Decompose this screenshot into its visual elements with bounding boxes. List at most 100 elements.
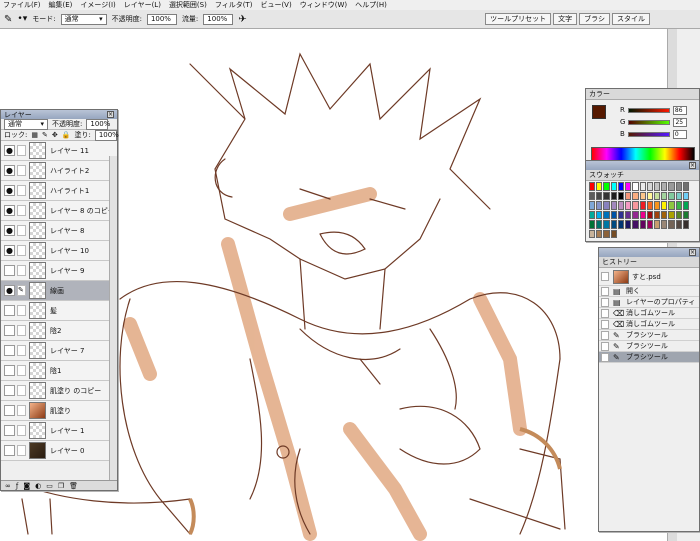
- history-state[interactable]: ⌫ 消しゴムツール: [599, 308, 699, 319]
- swatch[interactable]: [646, 210, 653, 219]
- history-state[interactable]: ▤ レイヤーのプロパティ: [599, 297, 699, 308]
- blue-slider[interactable]: [627, 131, 670, 137]
- mode-select[interactable]: 通常 ▾: [60, 13, 107, 25]
- swatch[interactable]: [668, 182, 675, 191]
- menu-item[interactable]: レイヤー(L): [124, 0, 161, 10]
- history-titlebar[interactable]: ×: [599, 248, 699, 257]
- lock-position-icon[interactable]: ✥: [52, 131, 58, 139]
- lock-image-icon[interactable]: ✎: [42, 131, 48, 139]
- visibility-eye-icon[interactable]: [4, 385, 15, 396]
- history-source-box[interactable]: [601, 341, 609, 351]
- history-tab[interactable]: ヒストリー: [599, 257, 699, 268]
- swatch[interactable]: [610, 229, 617, 238]
- swatch[interactable]: [682, 201, 689, 210]
- swatch[interactable]: [603, 229, 610, 238]
- swatch[interactable]: [682, 210, 689, 219]
- layer-row[interactable]: レイヤー 1: [1, 421, 117, 441]
- layer-link-box[interactable]: [17, 305, 26, 316]
- layer-row[interactable]: 陰1: [1, 361, 117, 381]
- history-source-box[interactable]: [601, 330, 609, 340]
- swatch[interactable]: [617, 201, 625, 210]
- swatch[interactable]: [653, 210, 661, 219]
- layer-row[interactable]: 肌塗り のコピー⊓: [1, 381, 117, 401]
- visibility-eye-icon[interactable]: [4, 265, 15, 276]
- new-layer-icon[interactable]: ❐: [58, 482, 64, 490]
- swatch[interactable]: [675, 210, 682, 219]
- layer-row[interactable]: ● レイヤー 8 のコピー: [1, 201, 117, 221]
- swatch[interactable]: [632, 220, 639, 229]
- palette-well-tab[interactable]: スタイル: [612, 13, 650, 25]
- layer-opacity-field[interactable]: 100%: [86, 118, 110, 130]
- swatch[interactable]: [589, 210, 596, 219]
- swatch[interactable]: [603, 201, 610, 210]
- fill-field[interactable]: 100%: [94, 129, 119, 141]
- history-source-box[interactable]: [601, 297, 609, 307]
- swatch[interactable]: [610, 182, 617, 191]
- layer-row[interactable]: レイヤー 7: [1, 341, 117, 361]
- visibility-eye-icon[interactable]: ●: [4, 285, 15, 296]
- layer-row[interactable]: ● レイヤー 10: [1, 241, 117, 261]
- trash-icon[interactable]: 🗑: [69, 482, 78, 490]
- link-layers-icon[interactable]: ∞: [5, 482, 11, 490]
- swatch[interactable]: [617, 182, 625, 191]
- swatch[interactable]: [596, 210, 603, 219]
- swatch[interactable]: [668, 210, 675, 219]
- swatch[interactable]: [589, 182, 596, 191]
- swatch[interactable]: [639, 182, 646, 191]
- menu-item[interactable]: ウィンドウ(W): [300, 0, 347, 10]
- layer-link-box[interactable]: [17, 145, 26, 156]
- history-snapshot[interactable]: すと.psd: [599, 268, 699, 286]
- swatch[interactable]: [617, 210, 625, 219]
- history-source-box[interactable]: [601, 286, 609, 296]
- visibility-eye-icon[interactable]: ●: [4, 205, 15, 216]
- layer-link-box[interactable]: [17, 405, 26, 416]
- menu-item[interactable]: 編集(E): [49, 0, 73, 10]
- color-tab[interactable]: カラー: [586, 89, 699, 100]
- swatch[interactable]: [625, 182, 632, 191]
- swatch[interactable]: [589, 220, 596, 229]
- opacity-field[interactable]: 100%: [146, 13, 177, 25]
- swatch[interactable]: [653, 182, 661, 191]
- swatch[interactable]: [639, 220, 646, 229]
- palette-well-tab[interactable]: 文字: [553, 13, 578, 25]
- history-source-box[interactable]: [601, 319, 609, 329]
- swatch[interactable]: [589, 229, 596, 238]
- green-value[interactable]: 25: [673, 117, 688, 127]
- mask-icon[interactable]: ◙: [23, 482, 30, 490]
- swatch[interactable]: [632, 191, 639, 200]
- menu-item[interactable]: イメージ(I): [80, 0, 115, 10]
- lock-transparency-icon[interactable]: ▦: [31, 131, 38, 139]
- history-state[interactable]: ✎ ブラシツール: [599, 352, 699, 363]
- history-state[interactable]: ✎ ブラシツール: [599, 330, 699, 341]
- swatch[interactable]: [632, 201, 639, 210]
- swatch[interactable]: [653, 191, 661, 200]
- layer-row[interactable]: ●ハイライト1⊓: [1, 181, 117, 201]
- visibility-eye-icon[interactable]: [4, 365, 15, 376]
- palette-well-tab[interactable]: ツールプリセット: [485, 13, 552, 25]
- swatch[interactable]: [632, 210, 639, 219]
- history-state[interactable]: ⌫ 消しゴムツール: [599, 319, 699, 330]
- blend-mode-select[interactable]: 通常 ▾: [4, 118, 48, 130]
- visibility-eye-icon[interactable]: [4, 305, 15, 316]
- color-spectrum[interactable]: [591, 147, 695, 161]
- layer-row[interactable]: ● ✎ 線画: [1, 281, 117, 301]
- layer-scrollbar[interactable]: [109, 156, 117, 482]
- layer-row[interactable]: ● ハイライト2: [1, 161, 117, 181]
- lock-all-icon[interactable]: 🔒: [62, 131, 71, 139]
- swatch[interactable]: [675, 182, 682, 191]
- swatch[interactable]: [610, 210, 617, 219]
- layer-link-box[interactable]: [17, 385, 26, 396]
- visibility-eye-icon[interactable]: [4, 325, 15, 336]
- flow-field[interactable]: 100%: [203, 13, 234, 25]
- swatch[interactable]: [617, 220, 625, 229]
- layer-row[interactable]: 肌塗り⊓: [1, 401, 117, 421]
- visibility-eye-icon[interactable]: ●: [4, 225, 15, 236]
- layer-link-box[interactable]: [17, 445, 26, 456]
- layer-row[interactable]: ● レイヤー 11: [1, 141, 117, 161]
- swatch[interactable]: [653, 220, 661, 229]
- swatch[interactable]: [661, 220, 668, 229]
- layer-link-box[interactable]: [17, 265, 26, 276]
- blue-value[interactable]: 0: [672, 129, 687, 139]
- layer-style-icon[interactable]: ƒ: [16, 482, 18, 490]
- swatch[interactable]: [661, 182, 668, 191]
